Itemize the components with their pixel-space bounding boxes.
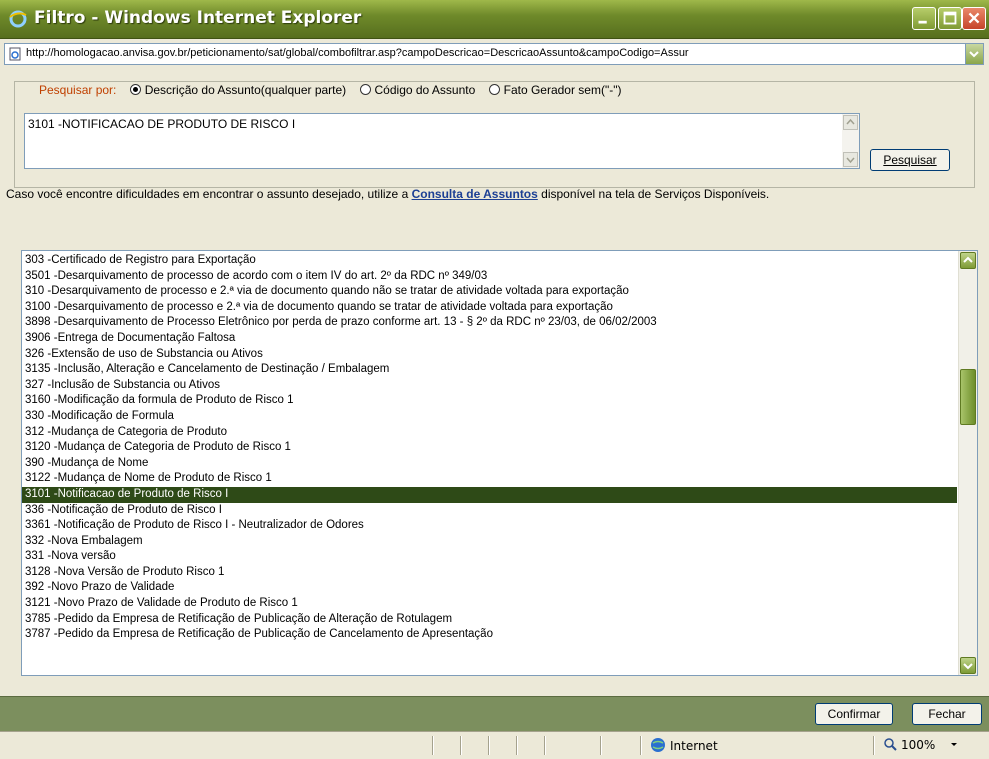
dialog-content: Pesquisar por: Descrição do Assunto(qual…: [0, 70, 989, 696]
list-item[interactable]: 303 -Certificado de Registro para Export…: [22, 253, 957, 269]
confirm-button[interactable]: Confirmar: [815, 703, 893, 725]
list-item[interactable]: 390 -Mudança de Nome: [22, 456, 957, 472]
list-item[interactable]: 3785 -Pedido da Empresa de Retificação d…: [22, 612, 957, 628]
list-item[interactable]: 3101 -Notificacao de Produto de Risco I: [22, 486, 957, 503]
zoom-level-label: 100%: [901, 738, 936, 752]
search-scrollbar[interactable]: [842, 114, 859, 168]
radio-fato-gerador[interactable]: [488, 84, 500, 95]
page-icon: [9, 47, 21, 61]
close-button[interactable]: Fechar: [912, 703, 982, 725]
status-separator: [640, 736, 642, 755]
list-scroll-down-button[interactable]: [960, 657, 976, 674]
chevron-up-icon: [963, 256, 973, 263]
subject-list: 303 -Certificado de Registro para Export…: [22, 251, 957, 643]
list-item[interactable]: 3361 -Notificação de Produto de Risco I …: [22, 518, 957, 534]
radio-code-label[interactable]: Código do Assunto: [375, 83, 476, 97]
list-item[interactable]: 3501 -Desarquivamento de processo de aco…: [22, 269, 957, 285]
security-zone-label: Internet: [670, 739, 718, 753]
radio-code[interactable]: [359, 84, 371, 95]
minimize-icon: [918, 20, 927, 24]
list-item[interactable]: 332 -Nova Embalagem: [22, 534, 957, 550]
address-field[interactable]: http://homologacao.anvisa.gov.br/peticio…: [4, 43, 984, 65]
window-titlebar: Filtro - Windows Internet Explorer: [0, 0, 989, 39]
security-zone[interactable]: Internet: [650, 737, 718, 753]
status-bar: Internet 100%: [0, 731, 989, 759]
chevron-down-icon: [951, 743, 958, 746]
zoom-level[interactable]: 100%: [883, 737, 959, 752]
radio-fato-gerador-label[interactable]: Fato Gerador sem("-"): [504, 83, 622, 97]
minimize-button[interactable]: [912, 7, 936, 30]
help-text-after: disponível na tela de Serviços Disponíve…: [537, 187, 770, 201]
zoom-icon: [884, 738, 897, 751]
status-separator: [460, 736, 462, 755]
list-item[interactable]: 3135 -Inclusão, Alteração e Cancelamento…: [22, 362, 957, 378]
list-scroll-up-button[interactable]: [960, 252, 976, 269]
list-item[interactable]: 3898 -Desarquivamento de Processo Eletrô…: [22, 315, 957, 331]
list-item[interactable]: 3160 -Modificação da formula de Produto …: [22, 393, 957, 409]
status-separator: [600, 736, 602, 755]
list-item[interactable]: 330 -Modificação de Formula: [22, 409, 957, 425]
chevron-down-icon: [969, 51, 979, 58]
subject-listbox[interactable]: 303 -Certificado de Registro para Export…: [21, 250, 978, 676]
search-textarea[interactable]: 3101 -NOTIFICACAO DE PRODUTO DE RISCO I: [24, 113, 860, 169]
status-separator: [544, 736, 546, 755]
dialog-button-bar: Confirmar Fechar: [0, 696, 989, 731]
search-text: 3101 -NOTIFICACAO DE PRODUTO DE RISCO I: [28, 117, 296, 131]
list-item[interactable]: 327 -Inclusão de Substancia ou Ativos: [22, 378, 957, 394]
list-item[interactable]: 3120 -Mudança de Categoria de Produto de…: [22, 440, 957, 456]
list-item[interactable]: 3100 -Desarquivamento de processo e 2.ª …: [22, 300, 957, 316]
radio-description[interactable]: [129, 84, 141, 95]
search-by-label: Pesquisar por:: [39, 83, 117, 97]
maximize-icon: [943, 11, 957, 25]
internet-explorer-icon: [9, 10, 27, 28]
status-separator: [432, 736, 434, 755]
list-item[interactable]: 3128 -Nova Versão de Produto Risco 1: [22, 565, 957, 581]
chevron-up-icon: [846, 118, 855, 125]
search-options: Pesquisar por: Descrição do Assunto(qual…: [35, 83, 626, 97]
list-scrollbar[interactable]: [958, 251, 977, 675]
address-dropdown-button[interactable]: [965, 44, 983, 64]
radio-description-label[interactable]: Descrição do Assunto(qualquer parte): [145, 83, 346, 97]
list-item[interactable]: 326 -Extensão de uso de Substancia ou At…: [22, 347, 957, 363]
status-separator: [873, 736, 875, 755]
list-item[interactable]: 3787 -Pedido da Empresa de Retificação d…: [22, 627, 957, 643]
list-item[interactable]: 312 -Mudança de Categoria de Produto: [22, 425, 957, 441]
help-text: Caso você encontre dificuldades em encon…: [6, 187, 769, 201]
chevron-down-icon: [846, 157, 855, 164]
status-separator: [488, 736, 490, 755]
chevron-down-icon: [963, 663, 973, 670]
close-window-button[interactable]: [962, 7, 986, 30]
search-button[interactable]: Pesquisar: [870, 149, 950, 171]
address-bar: http://homologacao.anvisa.gov.br/peticio…: [0, 39, 989, 69]
list-scroll-thumb[interactable]: [960, 369, 976, 425]
list-item[interactable]: 336 -Notificação de Produto de Risco I: [22, 503, 957, 519]
window-title: Filtro - Windows Internet Explorer: [34, 8, 362, 28]
list-item[interactable]: 3122 -Mudança de Nome de Produto de Risc…: [22, 471, 957, 487]
search-button-label: Pesquisar: [883, 153, 937, 167]
list-item[interactable]: 331 -Nova versão: [22, 549, 957, 565]
maximize-button[interactable]: [938, 7, 962, 30]
help-text-before: Caso você encontre dificuldades em encon…: [6, 187, 412, 201]
scroll-down-button[interactable]: [843, 152, 858, 167]
globe-icon: [651, 738, 665, 752]
list-item[interactable]: 310 -Desarquivamento de processo e 2.ª v…: [22, 284, 957, 300]
address-url: http://homologacao.anvisa.gov.br/peticio…: [26, 47, 689, 59]
scroll-up-button[interactable]: [843, 115, 858, 130]
close-icon: [968, 12, 980, 24]
list-item[interactable]: 3121 -Novo Prazo de Validade de Produto …: [22, 596, 957, 612]
status-separator: [516, 736, 518, 755]
consulta-assuntos-link[interactable]: Consulta de Assuntos: [412, 187, 538, 201]
list-item[interactable]: 392 -Novo Prazo de Validade: [22, 580, 957, 596]
list-item[interactable]: 3906 -Entrega de Documentação Faltosa: [22, 331, 957, 347]
